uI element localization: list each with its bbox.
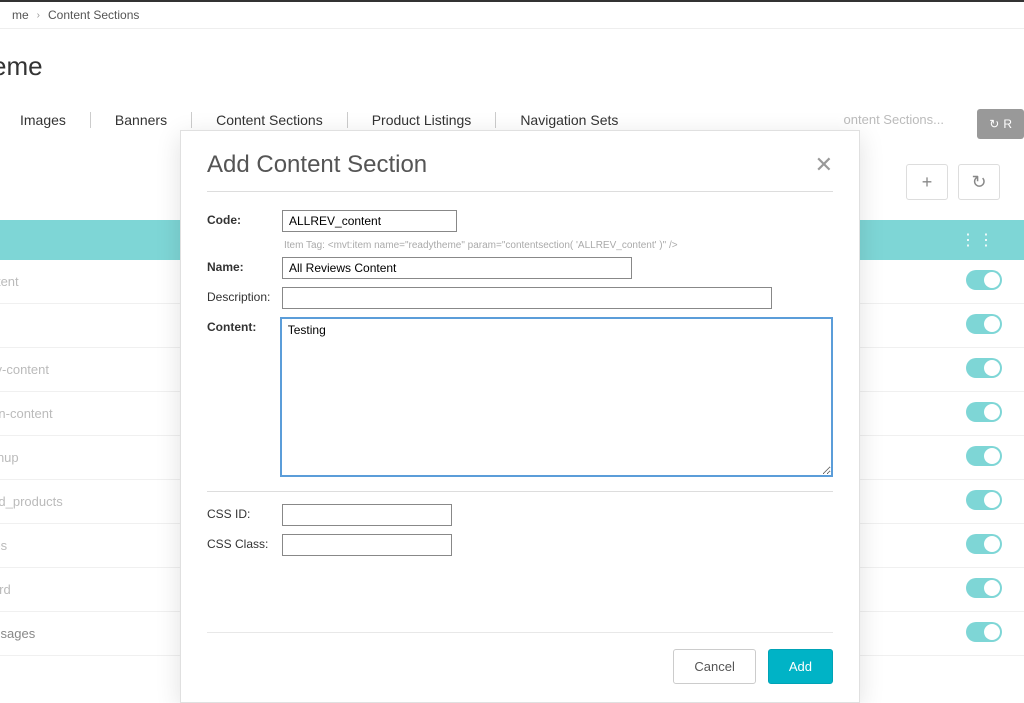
list-item-label: Messages — [0, 626, 35, 641]
content-label: Content: — [207, 317, 280, 334]
tab-divider — [495, 112, 496, 128]
list-item-label: olicy-content — [0, 362, 49, 377]
toggle-switch[interactable] — [966, 490, 1002, 510]
refresh-button[interactable]: ↻ R — [977, 109, 1024, 139]
tab-divider — [90, 112, 91, 128]
add-button[interactable]: + — [906, 164, 948, 200]
toggle-switch[interactable] — [966, 622, 1002, 642]
item-tag-text: Item Tag: <mvt:item name="readytheme" pa… — [284, 240, 833, 251]
close-icon[interactable]: ✕ — [815, 152, 833, 178]
tab-divider — [191, 112, 192, 128]
more-icon[interactable]: ⋮⋮ — [960, 230, 996, 250]
toggle-switch[interactable] — [966, 358, 1002, 378]
tab-banners[interactable]: Banners — [95, 108, 187, 140]
refresh-list-button[interactable]: ↻ — [958, 164, 1000, 200]
css-class-input[interactable] — [282, 534, 452, 556]
breadcrumb-item-current[interactable]: Content Sections — [48, 8, 139, 22]
form-divider — [207, 491, 833, 492]
list-item-label: -signup — [0, 450, 19, 465]
code-label: Code: — [207, 210, 282, 227]
name-input[interactable] — [282, 257, 632, 279]
toggle-switch[interactable] — [966, 402, 1002, 422]
css-class-label: CSS Class: — [207, 534, 282, 551]
tab-images[interactable]: Images — [0, 108, 86, 140]
toggle-switch[interactable] — [966, 534, 1002, 554]
toggle-switch[interactable] — [966, 578, 1002, 598]
breadcrumb: me › Content Sections — [0, 2, 1024, 29]
name-label: Name: — [207, 257, 282, 274]
content-textarea[interactable] — [280, 317, 833, 477]
refresh-icon: ↻ — [989, 117, 999, 131]
breadcrumb-item-home[interactable]: me — [12, 8, 29, 22]
tab-divider — [347, 112, 348, 128]
add-button[interactable]: Add — [768, 649, 833, 684]
refresh-icon: ↻ — [971, 172, 986, 193]
toggle-switch[interactable] — [966, 270, 1002, 290]
refresh-label: R — [1003, 117, 1012, 131]
toggle-switch[interactable] — [966, 314, 1002, 334]
page-title: eme — [0, 51, 1024, 82]
code-input[interactable] — [282, 210, 457, 232]
description-label: Description: — [207, 287, 282, 304]
list-item-label: eturn-content — [0, 406, 53, 421]
search-input-placeholder[interactable]: ontent Sections... — [844, 112, 944, 127]
modal-title: Add Content Section — [207, 151, 427, 179]
list-item-label: tured_products — [0, 494, 63, 509]
cancel-button[interactable]: Cancel — [673, 649, 755, 684]
plus-icon: + — [922, 172, 933, 193]
css-id-label: CSS ID: — [207, 504, 282, 521]
list-item-label: steps — [0, 538, 7, 553]
chevron-right-icon: › — [37, 10, 40, 21]
css-id-input[interactable] — [282, 504, 452, 526]
list-item-label: content — [0, 274, 19, 289]
add-content-section-modal: Add Content Section ✕ Code: Item Tag: <m… — [180, 130, 860, 703]
toggle-switch[interactable] — [966, 446, 1002, 466]
description-input[interactable] — [282, 287, 772, 309]
list-item-label: sword — [0, 582, 11, 597]
